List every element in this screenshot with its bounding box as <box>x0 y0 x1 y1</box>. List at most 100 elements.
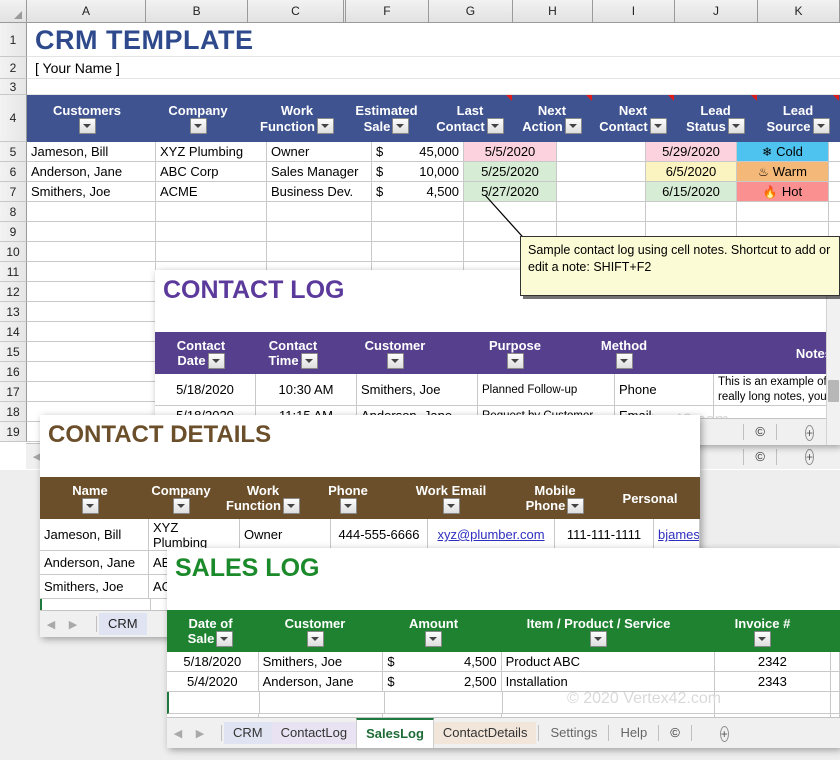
empty-cell[interactable] <box>372 202 464 222</box>
empty-cell[interactable] <box>267 242 372 262</box>
cell-customer[interactable]: Anderson, Jane <box>258 672 384 692</box>
cell-next-contact[interactable]: 6/15/2020 <box>646 182 737 202</box>
cell-notes[interactable]: This is an example of a note that wra re… <box>714 374 840 406</box>
row-header-3[interactable]: 3 <box>0 79 27 95</box>
select-all-corner[interactable] <box>0 0 27 22</box>
filter-button-company[interactable] <box>189 118 207 134</box>
column-header-c[interactable]: C <box>248 0 346 22</box>
cell-customer[interactable]: Smithers, Joe <box>357 374 478 406</box>
table-row[interactable]: 7 Smithers, Joe ACME Business Dev. $ 4,5… <box>0 182 840 202</box>
empty-cell[interactable] <box>737 202 829 222</box>
sheet-tab-contactlog[interactable]: ContactLog <box>271 722 357 744</box>
cell-next-action[interactable] <box>557 142 646 162</box>
sheet-tab-saleslog[interactable]: SalesLog <box>356 718 434 748</box>
cell-estimated-sale[interactable]: $ 10,000 <box>372 162 464 182</box>
sheet-tab-settings[interactable]: Settings <box>541 722 606 744</box>
cell-item[interactable]: Product ABC <box>501 652 715 672</box>
empty-cell[interactable] <box>27 202 156 222</box>
prev-sheet-arrow-icon[interactable]: ◀ <box>40 618 62 631</box>
filter-button-customer[interactable] <box>386 352 404 369</box>
cell-next-action[interactable] <box>557 182 646 202</box>
row-header-19[interactable]: 19 <box>0 422 27 442</box>
cell-lead-source[interactable]: Referral <box>829 142 840 162</box>
empty-cell[interactable] <box>372 242 464 262</box>
row-header-11[interactable]: 11 <box>0 262 27 282</box>
empty-cell[interactable] <box>27 302 156 322</box>
crm-add-sheet-button[interactable]: + <box>779 449 840 465</box>
empty-cell[interactable] <box>27 282 156 302</box>
row-header-6[interactable]: 6 <box>0 162 27 182</box>
table-row[interactable]: 5/18/2020 Smithers, Joe $ 4,500 Product … <box>167 652 840 672</box>
cell-company[interactable]: XYZ Plumbing <box>149 519 240 551</box>
cell-lead-status[interactable]: ♨ Warm <box>737 162 829 182</box>
cell-contact-date[interactable]: 5/18/2020 <box>155 374 256 406</box>
column-header-h[interactable]: H <box>512 0 593 22</box>
empty-cell[interactable] <box>27 262 156 282</box>
table-row[interactable]: 5 Jameson, Bill XYZ Plumbing Owner $ 45,… <box>0 142 840 162</box>
empty-cell[interactable] <box>646 202 737 222</box>
row-header-1[interactable]: 1 <box>0 23 27 57</box>
filter-button-company[interactable] <box>172 497 190 514</box>
row-header-16[interactable]: 16 <box>0 362 27 382</box>
next-sheet-arrow-icon[interactable]: ▶ <box>189 727 211 740</box>
filter-button-customers[interactable] <box>78 118 96 134</box>
cell-customer[interactable]: Jameson, Bill <box>27 142 156 162</box>
cell-company[interactable]: XYZ Plumbing <box>156 142 267 162</box>
filter-button-name[interactable] <box>81 497 99 514</box>
cell-invoice[interactable]: 2342 <box>714 652 831 672</box>
cell-next-contact[interactable]: 5/29/2020 <box>646 142 737 162</box>
sheet-tab-crm[interactable]: CRM <box>99 613 147 635</box>
row-header-2[interactable]: 2 <box>0 57 27 79</box>
cell-amount[interactable]: $ 2,500 <box>383 672 502 692</box>
table-row[interactable]: 8 <box>0 202 840 222</box>
column-header-a[interactable]: A <box>26 0 147 22</box>
empty-cell[interactable] <box>267 222 372 242</box>
filter-button-method[interactable] <box>615 352 633 369</box>
cell-company[interactable]: ABC Corp <box>156 162 267 182</box>
crm-owner-name[interactable]: [ Your Name ] <box>31 57 120 78</box>
cell-lead-source[interactable]: Email <box>829 182 840 202</box>
row-header-14[interactable]: 14 <box>0 322 27 342</box>
row-header-8[interactable]: 8 <box>0 202 27 222</box>
cell-date-of-sale[interactable]: 5/4/2020 <box>167 672 259 692</box>
empty-cell[interactable] <box>27 342 156 362</box>
scrollbar-thumb[interactable] <box>828 380 839 402</box>
cell-next-action[interactable] <box>557 162 646 182</box>
cell-work-function[interactable]: Owner <box>240 519 331 551</box>
filter-button-amount[interactable] <box>425 630 442 647</box>
saleslog-add-sheet-button[interactable]: + <box>694 725 755 742</box>
cell-invoice[interactable]: 2343 <box>714 672 831 692</box>
column-header-k[interactable]: K <box>757 0 840 22</box>
filter-button-lead-status[interactable] <box>727 118 745 134</box>
cell-name[interactable]: Anderson, Jane <box>40 551 149 575</box>
cell-work-function[interactable]: Sales Manager <box>267 162 372 182</box>
cell-method[interactable]: Phone <box>615 374 714 406</box>
cell-date-of-sale[interactable]: 5/18/2020 <box>167 652 259 672</box>
row-header-17[interactable]: 17 <box>0 382 27 402</box>
filter-button-lead-source[interactable] <box>812 118 830 134</box>
next-sheet-arrow-icon[interactable]: ▶ <box>62 618 84 631</box>
filter-button-date-of-sale[interactable] <box>216 630 234 647</box>
filter-button-work-email[interactable] <box>442 497 460 514</box>
filter-button-next-contact[interactable] <box>649 118 667 134</box>
cell-customer[interactable]: Anderson, Jane <box>27 162 156 182</box>
filter-button-contact-time[interactable] <box>300 352 318 369</box>
cell-name[interactable]: Smithers, Joe <box>40 575 149 599</box>
row-header-9[interactable]: 9 <box>0 222 27 242</box>
filter-button-work-function[interactable] <box>282 497 300 514</box>
cell-last-contact[interactable]: 5/25/2020 <box>464 162 557 182</box>
empty-cell[interactable] <box>156 242 267 262</box>
table-row[interactable]: 5/18/2020 10:30 AM Smithers, Joe Planned… <box>155 374 840 406</box>
empty-cell[interactable] <box>27 382 156 402</box>
cell-customer[interactable]: Smithers, Joe <box>258 652 384 672</box>
cell-customer[interactable]: Smithers, Joe <box>27 182 156 202</box>
cell-item[interactable]: Installation <box>501 672 715 692</box>
cell-amount[interactable]: $ 4,500 <box>383 652 502 672</box>
table-row[interactable]: 6 Anderson, Jane ABC Corp Sales Manager … <box>0 162 840 182</box>
cell-estimated-sale[interactable]: $ 45,000 <box>372 142 464 162</box>
cell-work-email[interactable]: xyz@plumber.com <box>428 519 555 551</box>
cell-lead-source[interactable]: Website <box>829 162 840 182</box>
work-email-link[interactable]: xyz@plumber.com <box>437 527 544 542</box>
row-header-7[interactable]: 7 <box>0 182 27 202</box>
filter-button-last-contact[interactable] <box>486 118 504 134</box>
